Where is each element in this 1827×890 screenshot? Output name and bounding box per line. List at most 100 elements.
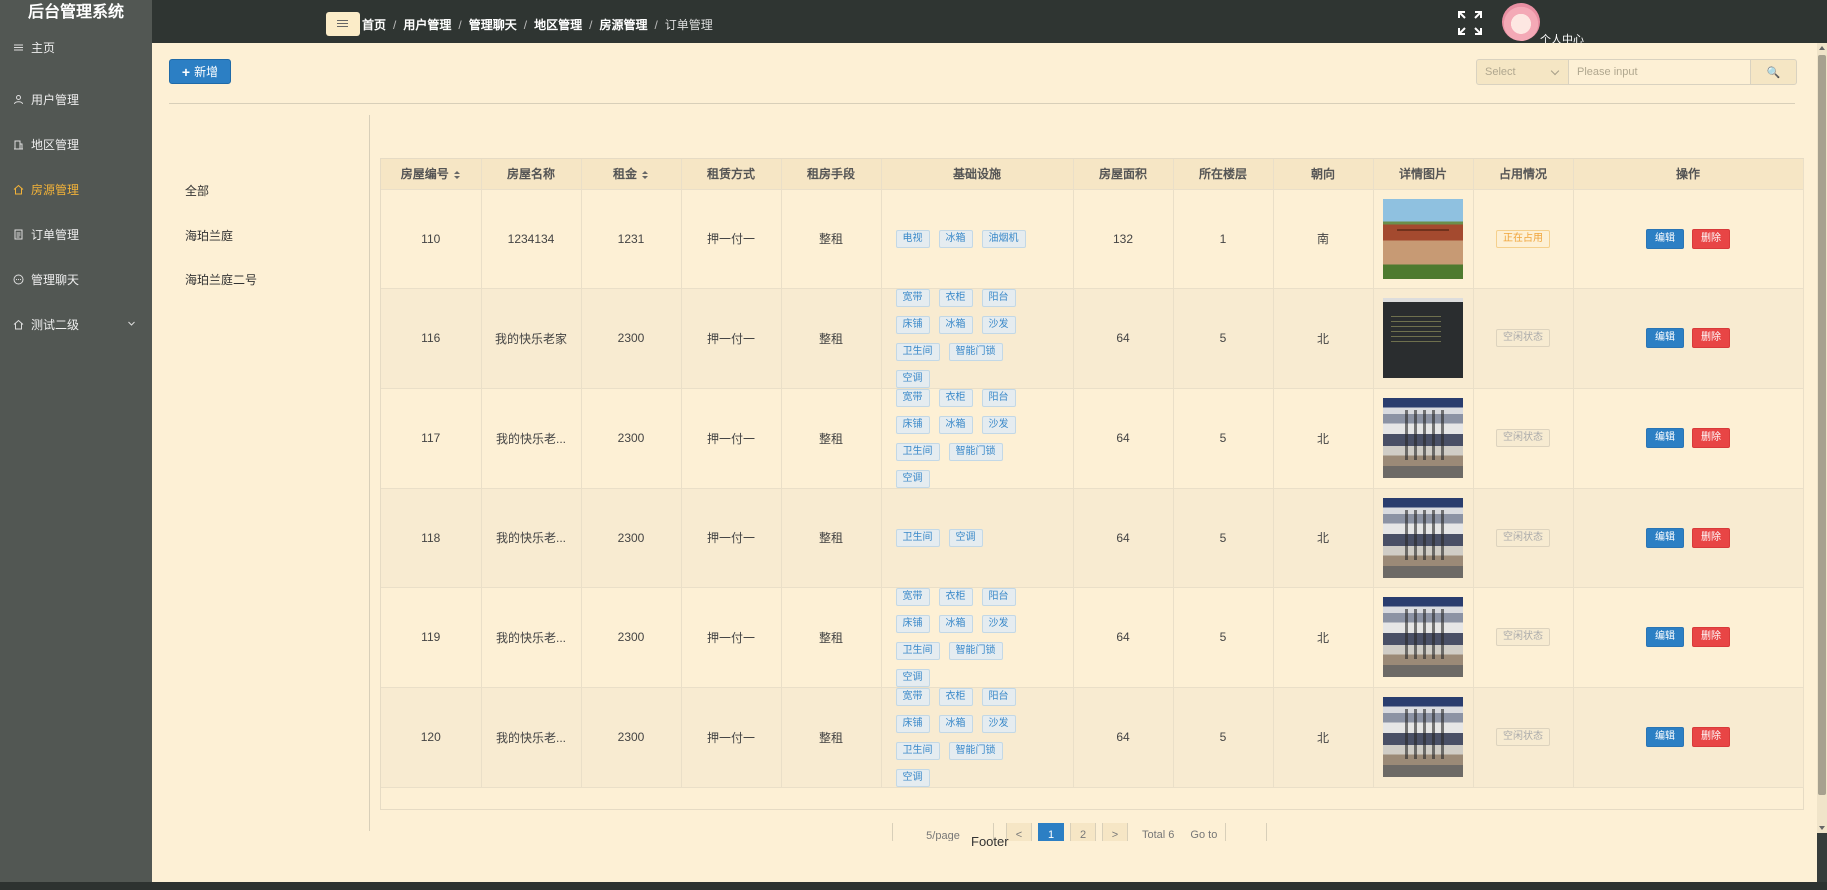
building-icon <box>13 139 24 150</box>
search-button[interactable]: 🔍 <box>1750 60 1796 84</box>
column-header: 租房手段 <box>781 159 882 190</box>
category-item[interactable]: 全部 <box>185 182 209 199</box>
fullscreen-icon[interactable] <box>1457 9 1483 37</box>
houses-table: 房屋编号 房屋名称 租金 租赁方式 租房手段 基础设施 房屋面积 所在楼层 朝向… <box>380 158 1804 810</box>
page-button[interactable]: 1 <box>1038 823 1064 841</box>
edit-button[interactable]: 编辑 <box>1646 527 1684 548</box>
search-input[interactable]: Please input <box>1569 60 1750 84</box>
cell-facilities: 宽带 衣柜 阳台 床铺 冰箱 沙发 卫生间 智能门锁 空调 <box>881 388 1074 489</box>
house-photo[interactable] <box>1383 198 1463 279</box>
cell-name: 1234134 <box>481 189 582 289</box>
avatar[interactable] <box>1502 3 1540 41</box>
facility-tag: 冰箱 <box>938 714 973 733</box>
facility-tag: 衣柜 <box>938 587 973 606</box>
delete-button[interactable]: 删除 <box>1692 627 1730 647</box>
house-photo[interactable] <box>1383 298 1463 378</box>
column-header: 操作 <box>1573 159 1804 190</box>
cell-name: 我的快乐老... <box>481 488 582 588</box>
facility-tag: 阳台 <box>981 388 1016 407</box>
sidebar-item-users[interactable]: 用户管理 <box>0 77 152 121</box>
sidebar-item-home[interactable]: 主页 <box>0 25 152 69</box>
cell-name: 我的快乐老... <box>481 687 582 788</box>
breadcrumb-item[interactable]: 地区管理 <box>534 16 582 33</box>
cell-lease: 押一付一 <box>681 587 782 688</box>
page-button[interactable]: 2 <box>1070 823 1096 841</box>
sidebar-item-label: 房源管理 <box>31 182 80 197</box>
house-photo[interactable] <box>1383 497 1463 578</box>
column-header[interactable]: 房屋编号 <box>381 159 482 190</box>
house-photo[interactable] <box>1383 398 1463 478</box>
house-photo[interactable] <box>1383 597 1463 677</box>
column-header: 占用情况 <box>1473 159 1574 190</box>
breadcrumb-item[interactable]: 用户管理 <box>403 16 451 33</box>
menu-lines-icon <box>13 42 24 53</box>
cell-lease: 押一付一 <box>681 388 782 489</box>
cell-rent: 2300 <box>581 687 682 788</box>
next-page-button[interactable]: > <box>1102 823 1128 841</box>
column-header: 房屋面积 <box>1073 159 1174 190</box>
delete-button[interactable]: 删除 <box>1692 428 1730 448</box>
edit-button[interactable]: 编辑 <box>1646 428 1684 448</box>
column-header[interactable]: 租金 <box>581 159 682 190</box>
cell-status: 正在占用 <box>1473 189 1574 289</box>
breadcrumb-item[interactable]: 房源管理 <box>599 16 647 33</box>
category-item[interactable]: 海珀兰庭 <box>185 227 233 244</box>
vertical-scrollbar[interactable] <box>1817 43 1827 833</box>
cell-actions: 编辑 删除 <box>1573 587 1804 688</box>
sidebar-item-chat[interactable]: 管理聊天 <box>0 257 152 301</box>
prev-page-button[interactable]: < <box>1006 823 1032 841</box>
cell-lease: 押一付一 <box>681 488 782 588</box>
facility-tag: 卫生间 <box>895 342 940 361</box>
breadcrumb-item[interactable]: 管理聊天 <box>469 16 517 33</box>
cell-id: 118 <box>381 488 482 588</box>
status-badge: 空闲状态 <box>1496 429 1550 447</box>
search-field-select[interactable]: Select <box>1477 60 1569 84</box>
cell-method: 整租 <box>781 587 882 688</box>
main-content: + 新增 Select Please input 🔍 全部 海珀兰庭 海珀兰庭二号… <box>152 43 1817 882</box>
cell-id: 110 <box>381 189 482 289</box>
cell-orientation: 北 <box>1273 388 1374 489</box>
facility-tag: 宽带 <box>895 587 930 606</box>
cell-method: 整租 <box>781 388 882 489</box>
facility-tag: 宽带 <box>895 687 930 706</box>
delete-button[interactable]: 删除 <box>1692 727 1730 747</box>
cell-floor: 5 <box>1173 687 1274 788</box>
home-icon <box>13 184 24 195</box>
facility-tag: 卫生间 <box>895 641 940 660</box>
goto-page-input[interactable] <box>1225 823 1268 841</box>
edit-button[interactable]: 编辑 <box>1646 228 1684 249</box>
cell-facilities: 电视 冰箱 油烟机 <box>881 189 1074 289</box>
cell-name: 我的快乐老... <box>481 388 582 489</box>
sidebar-item-orders[interactable]: 订单管理 <box>0 212 152 256</box>
facility-tag: 智能门锁 <box>948 741 1003 760</box>
facility-tag: 空调 <box>895 668 930 687</box>
sidebar-item-regions[interactable]: 地区管理 <box>0 122 152 166</box>
edit-button[interactable]: 编辑 <box>1646 627 1684 647</box>
delete-button[interactable]: 删除 <box>1692 527 1730 548</box>
cell-area: 64 <box>1073 488 1174 588</box>
pagination: 5/page < 1 2 > Total 6 Go to <box>892 823 1268 841</box>
status-badge: 空闲状态 <box>1496 728 1550 746</box>
delete-button[interactable]: 删除 <box>1692 328 1730 348</box>
sidebar-item-houses[interactable]: 房源管理 <box>0 167 152 211</box>
cell-status: 空闲状态 <box>1473 587 1574 688</box>
facility-tag: 智能门锁 <box>948 342 1003 361</box>
sidebar-toggle-button[interactable] <box>326 12 360 36</box>
chat-icon <box>13 274 24 285</box>
edit-button[interactable]: 编辑 <box>1646 328 1684 348</box>
status-badge: 正在占用 <box>1496 229 1550 248</box>
house-photo[interactable] <box>1383 697 1463 777</box>
cell-area: 64 <box>1073 587 1174 688</box>
cell-area: 64 <box>1073 388 1174 489</box>
breadcrumb-item[interactable]: 首页 <box>362 16 386 33</box>
cell-rent: 2300 <box>581 288 682 389</box>
cell-lease: 押一付一 <box>681 288 782 389</box>
cell-area: 64 <box>1073 687 1174 788</box>
sidebar: 后台管理系统 主页 用户管理 地区管理 房源管理 订单管理 管理聊天 测试二级 <box>0 0 152 890</box>
add-button[interactable]: + 新增 <box>169 59 231 84</box>
category-item[interactable]: 海珀兰庭二号 <box>185 271 257 288</box>
edit-button[interactable]: 编辑 <box>1646 727 1684 747</box>
cell-image <box>1373 587 1474 688</box>
sidebar-item-test-submenu[interactable]: 测试二级 <box>0 302 152 346</box>
delete-button[interactable]: 删除 <box>1692 228 1730 249</box>
